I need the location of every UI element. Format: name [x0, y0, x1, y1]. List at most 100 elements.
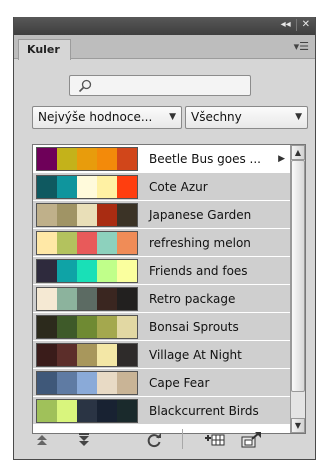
- color-swatch: [37, 316, 57, 338]
- color-swatch: [57, 148, 77, 170]
- theme-swatches: [36, 371, 138, 395]
- theme-name: Village At Night: [149, 348, 242, 362]
- color-swatch: [97, 288, 117, 310]
- color-swatch: [97, 260, 117, 282]
- theme-row[interactable]: Beetle Bus goes ... ▶: [33, 145, 290, 173]
- close-icon[interactable]: ✕: [302, 19, 310, 31]
- theme-row[interactable]: refreshing melon: [33, 229, 290, 257]
- theme-row[interactable]: Cape Fear: [33, 369, 290, 397]
- color-swatch: [77, 176, 97, 198]
- theme-row[interactable]: Retro package: [33, 285, 290, 313]
- color-swatch: [97, 316, 117, 338]
- color-swatch: [57, 288, 77, 310]
- theme-swatches: [36, 259, 138, 283]
- color-swatch: [77, 148, 97, 170]
- theme-name: Bonsai Sprouts: [149, 320, 239, 334]
- chevron-down-icon: ▼: [169, 112, 176, 122]
- theme-name: Retro package: [149, 292, 236, 306]
- chevron-right-icon[interactable]: ▶: [278, 145, 285, 173]
- sort-select-value: Nejvýše hodnoce...: [38, 110, 153, 124]
- color-swatch: [57, 260, 77, 282]
- theme-swatches: [36, 287, 138, 311]
- color-swatch: [97, 176, 117, 198]
- titlebar-buttons: ◂◂ ✕: [281, 19, 310, 31]
- color-swatch: [117, 316, 137, 338]
- color-swatch: [77, 316, 97, 338]
- color-swatch: [37, 344, 57, 366]
- color-swatch: [37, 288, 57, 310]
- add-swatches-icon: [205, 434, 225, 446]
- color-swatch: [117, 204, 137, 226]
- color-swatch: [77, 344, 97, 366]
- scroll-thumb[interactable]: [291, 160, 305, 392]
- search-icon: [78, 79, 92, 93]
- theme-row[interactable]: Village At Night: [33, 341, 290, 369]
- scroll-up-arrow-icon[interactable]: ▲: [291, 145, 305, 160]
- arrow-up-icon: [37, 435, 47, 445]
- theme-swatches: [36, 315, 138, 339]
- panel-titlebar: ◂◂ ✕: [14, 17, 315, 35]
- bottom-toolbar: [14, 417, 315, 459]
- theme-swatches: [36, 175, 138, 199]
- theme-swatches: [36, 203, 138, 227]
- theme-swatches: [36, 343, 138, 367]
- color-swatch: [117, 176, 137, 198]
- color-swatch: [37, 372, 57, 394]
- scope-select[interactable]: Všechny ▼: [185, 106, 308, 129]
- upload-icon: [241, 432, 261, 448]
- color-swatch: [117, 344, 137, 366]
- refresh-icon: [147, 433, 161, 448]
- color-swatch: [77, 260, 97, 282]
- tab-kuler[interactable]: Kuler: [18, 39, 71, 60]
- color-swatch: [97, 372, 117, 394]
- color-swatch: [97, 232, 117, 254]
- tab-row: Kuler ▾☰: [14, 35, 315, 60]
- color-swatch: [37, 232, 57, 254]
- theme-row[interactable]: Friends and foes: [33, 257, 290, 285]
- theme-swatches: [36, 231, 138, 255]
- color-swatch: [117, 148, 137, 170]
- theme-row[interactable]: Bonsai Sprouts: [33, 313, 290, 341]
- color-swatch: [77, 204, 97, 226]
- search-input[interactable]: [69, 75, 251, 96]
- color-swatch: [37, 176, 57, 198]
- arrow-down-icon: [79, 433, 89, 446]
- theme-name: Japanese Garden: [149, 208, 252, 222]
- theme-name: Cape Fear: [149, 376, 210, 390]
- theme-row[interactable]: Japanese Garden: [33, 201, 290, 229]
- move-up-button[interactable]: [34, 431, 50, 449]
- move-down-button[interactable]: [76, 431, 92, 449]
- color-swatch: [37, 148, 57, 170]
- kuler-panel: ◂◂ ✕ Kuler ▾☰ Nejvýše hodnoce... ▼ Všech…: [13, 17, 316, 460]
- color-swatch: [37, 260, 57, 282]
- color-swatch: [57, 176, 77, 198]
- color-swatch: [97, 148, 117, 170]
- theme-list: Blackcurrent Birds Cape Fear Village At Ni…: [32, 144, 306, 434]
- color-swatch: [97, 204, 117, 226]
- color-swatch: [77, 288, 97, 310]
- list-scrollbar[interactable]: ▲ ▼: [290, 145, 305, 433]
- color-swatch: [57, 232, 77, 254]
- color-swatch: [57, 344, 77, 366]
- theme-row[interactable]: Cote Azur: [33, 173, 290, 201]
- theme-swatches: [36, 147, 138, 171]
- color-swatch: [117, 288, 137, 310]
- color-swatch: [77, 232, 97, 254]
- sort-select[interactable]: Nejvýše hodnoce... ▼: [32, 106, 182, 129]
- add-to-swatches-button[interactable]: [204, 431, 226, 449]
- color-swatch: [117, 232, 137, 254]
- color-swatch: [57, 204, 77, 226]
- collapse-icon[interactable]: ◂◂: [281, 19, 291, 31]
- color-swatch: [37, 204, 57, 226]
- color-swatch: [97, 344, 117, 366]
- titlebar-divider: [295, 19, 297, 31]
- theme-name: Cote Azur: [149, 180, 208, 194]
- color-swatch: [57, 316, 77, 338]
- color-swatch: [117, 260, 137, 282]
- upload-button[interactable]: [240, 431, 262, 449]
- panel-menu-icon[interactable]: ▾☰: [294, 41, 309, 52]
- refresh-button[interactable]: [145, 431, 163, 449]
- theme-name: Beetle Bus goes ...: [149, 152, 261, 166]
- chevron-down-icon: ▼: [295, 112, 302, 122]
- color-swatch: [57, 372, 77, 394]
